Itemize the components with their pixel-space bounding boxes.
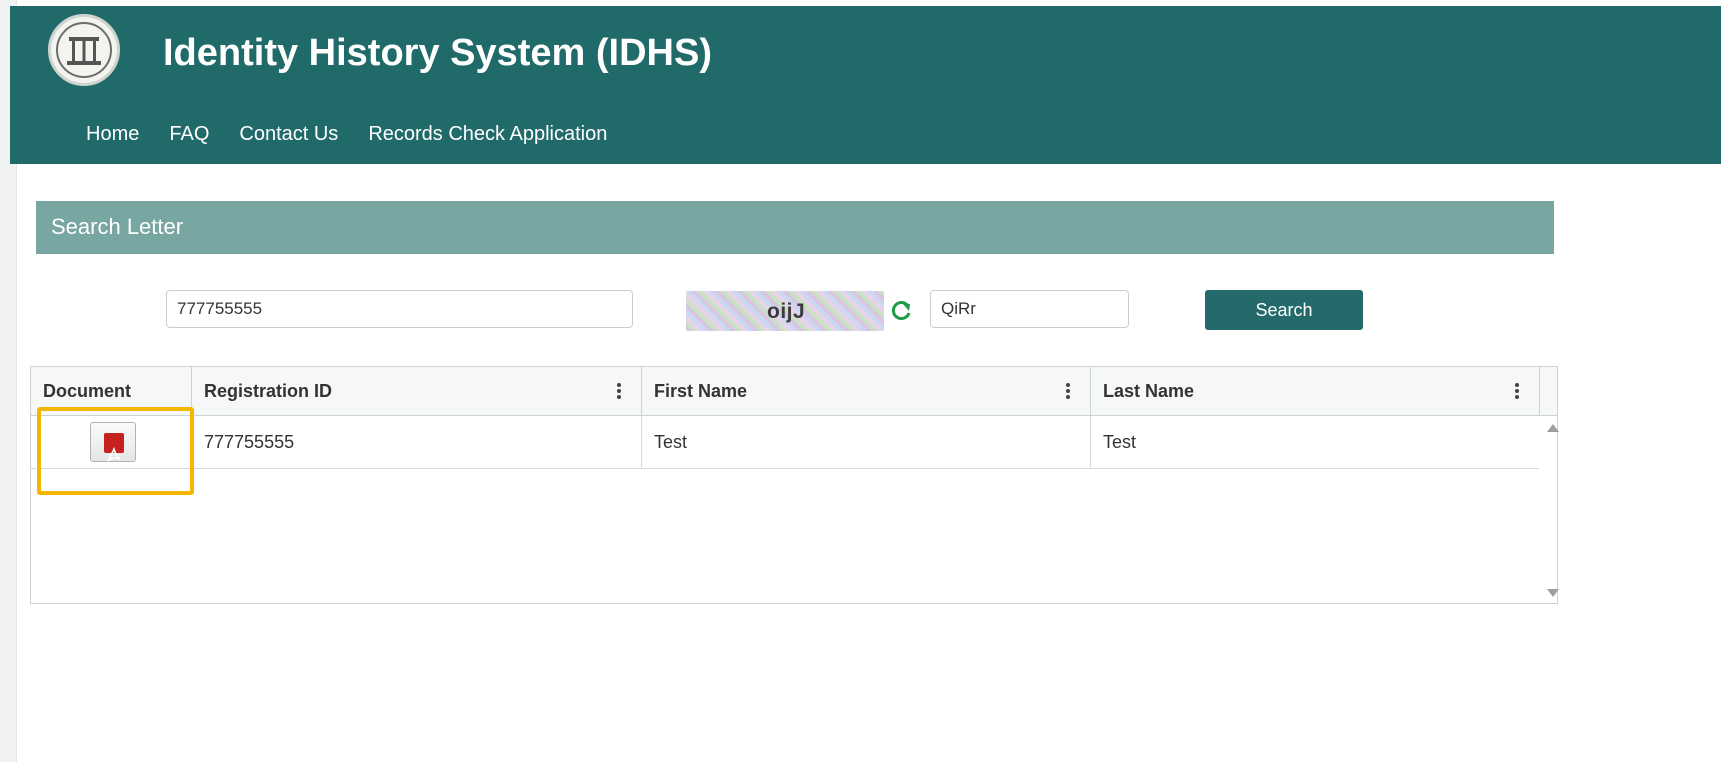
georgia-state-seal-icon [48,14,120,86]
nav-home[interactable]: Home [76,123,149,146]
nav-contact-us[interactable]: Contact Us [229,123,348,146]
panel-title: Search Letter [51,214,184,239]
results-grid: Document Registration ID First Name Last… [30,366,1559,604]
column-header-registration-id[interactable]: Registration ID [192,367,642,415]
column-header-last-name[interactable]: Last Name [1091,367,1540,415]
main-nav: Home FAQ Contact Us Records Check Applic… [76,123,627,146]
column-header-document: Document [31,367,192,415]
column-header-first-name[interactable]: First Name [642,367,1091,415]
kebab-menu-icon[interactable] [1066,383,1070,399]
kebab-menu-icon[interactable] [1515,383,1519,399]
site-header: Identity History System (IDHS) Home FAQ … [10,6,1721,164]
kebab-menu-icon[interactable] [617,383,621,399]
grid-header: Document Registration ID First Name Last… [31,367,1557,416]
download-pdf-button[interactable] [90,422,136,463]
last-name-cell: Test [1103,432,1137,452]
search-button[interactable]: Search [1205,290,1363,330]
nav-records-check-application[interactable]: Records Check Application [358,123,617,146]
first-name-cell: Test [642,416,1091,468]
scroll-down-arrow-icon[interactable] [1547,589,1559,597]
document-cell [31,416,192,468]
pdf-icon [104,433,124,463]
app-title: Identity History System (IDHS) [163,32,712,74]
nav-faq[interactable]: FAQ [159,123,219,146]
captcha-image: oijJ [686,291,884,331]
registration-id-cell: 777755555 [192,416,642,468]
captcha-text: oijJ [767,300,806,323]
search-letter-panel-header: Search Letter [36,201,1554,254]
registration-id-input[interactable] [166,290,633,328]
refresh-icon[interactable] [888,298,914,324]
captcha-input[interactable] [930,290,1129,328]
scroll-up-arrow-icon[interactable] [1547,424,1559,432]
table-row: 777755555 Test Test [31,416,1539,469]
